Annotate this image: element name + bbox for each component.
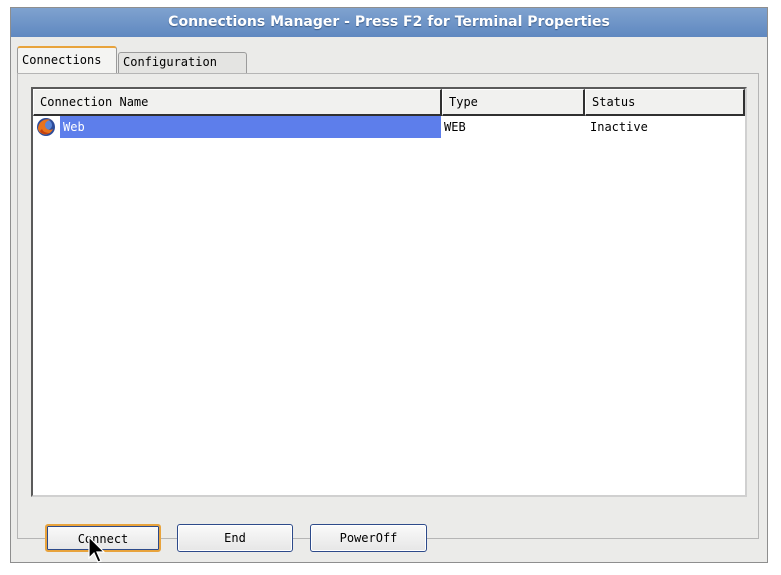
column-header-status[interactable]: Status (585, 89, 745, 116)
connection-type-cell: WEB (444, 120, 466, 134)
connection-name-cell: Web (60, 116, 441, 138)
mouse-cursor-icon (88, 536, 106, 563)
column-header-connection-name[interactable]: Connection Name (33, 89, 442, 116)
tab-connections[interactable]: Connections (17, 46, 117, 73)
connection-status-cell: Inactive (590, 120, 648, 134)
end-button[interactable]: End (177, 524, 293, 552)
poweroff-button[interactable]: PowerOff (310, 524, 427, 552)
tab-configuration[interactable]: Configuration (118, 52, 247, 73)
list-item[interactable]: Web WEB Inactive (33, 116, 745, 138)
connections-list[interactable]: Connection Name Type Status Web WEB Inac… (31, 87, 747, 497)
firefox-icon (36, 117, 56, 137)
column-header-type[interactable]: Type (442, 89, 585, 116)
list-header: Connection Name Type Status (33, 89, 745, 116)
window-title: Connections Manager - Press F2 for Termi… (11, 8, 767, 37)
